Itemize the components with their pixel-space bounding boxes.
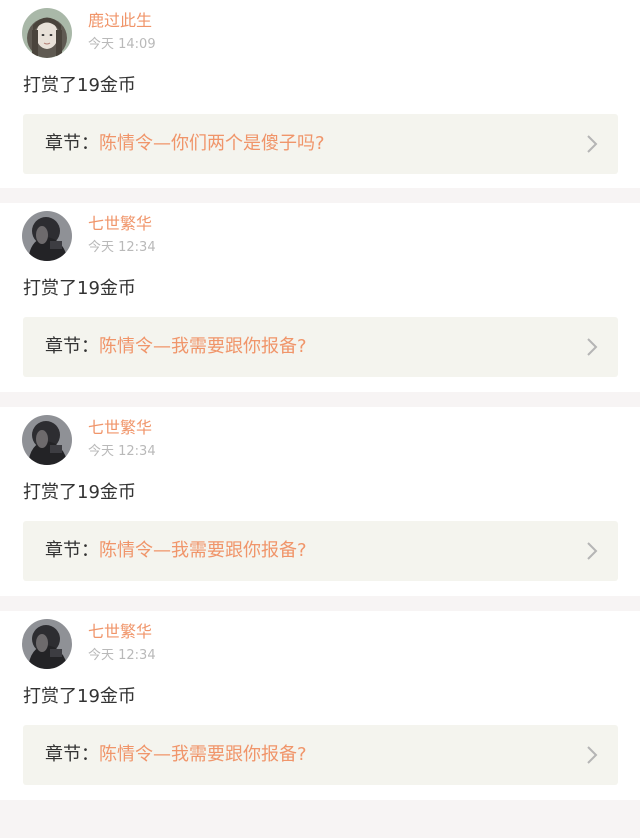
- timestamp: 今天 12:34: [88, 240, 156, 255]
- username[interactable]: 七世繁华: [88, 621, 152, 643]
- reward-item: 七世繁华 今天 12:34 打赏了19金币 章节：陈情令—我需要跟你报备?: [0, 203, 640, 392]
- chapter-title: 陈情令—你们两个是傻子吗?: [99, 133, 325, 154]
- reward-text: 打赏了19金币: [23, 278, 136, 299]
- chapter-title: 陈情令—我需要跟你报备?: [99, 540, 307, 561]
- username[interactable]: 七世繁华: [88, 417, 152, 439]
- chapter-label: 章节：: [45, 744, 99, 765]
- reward-text: 打赏了19金币: [23, 686, 136, 707]
- username[interactable]: 七世繁华: [88, 213, 152, 235]
- reward-item: 鹿过此生 今天 14:09 打赏了19金币 章节：陈情令—你们两个是傻子吗?: [0, 0, 640, 188]
- dark-portrait-avatar-icon: [22, 211, 72, 261]
- chapter-text: 章节：陈情令—你们两个是傻子吗?: [45, 132, 325, 156]
- chapter-text: 章节：陈情令—我需要跟你报备?: [45, 335, 307, 359]
- chapter-title: 陈情令—我需要跟你报备?: [99, 336, 307, 357]
- chapter-link[interactable]: 章节：陈情令—你们两个是傻子吗?: [23, 114, 618, 174]
- username[interactable]: 鹿过此生: [88, 10, 152, 32]
- avatar[interactable]: [22, 211, 72, 261]
- reward-text: 打赏了19金币: [23, 75, 136, 96]
- chevron-right-icon: [586, 541, 598, 561]
- reward-text: 打赏了19金币: [23, 482, 136, 503]
- chapter-label: 章节：: [45, 336, 99, 357]
- girl-portrait-avatar-icon: [22, 8, 72, 58]
- chapter-link[interactable]: 章节：陈情令—我需要跟你报备?: [23, 725, 618, 785]
- chevron-right-icon: [586, 134, 598, 154]
- chapter-link[interactable]: 章节：陈情令—我需要跟你报备?: [23, 521, 618, 581]
- avatar[interactable]: [22, 8, 72, 58]
- reward-feed: 鹿过此生 今天 14:09 打赏了19金币 章节：陈情令—你们两个是傻子吗? 七…: [0, 0, 640, 838]
- reward-item: 七世繁华 今天 12:34 打赏了19金币 章节：陈情令—我需要跟你报备?: [0, 407, 640, 596]
- chapter-title: 陈情令—我需要跟你报备?: [99, 744, 307, 765]
- avatar[interactable]: [22, 619, 72, 669]
- dark-portrait-avatar-icon: [22, 619, 72, 669]
- chapter-label: 章节：: [45, 540, 99, 561]
- timestamp: 今天 14:09: [88, 37, 156, 52]
- chevron-right-icon: [586, 745, 598, 765]
- chapter-text: 章节：陈情令—我需要跟你报备?: [45, 743, 307, 767]
- reward-item: 七世繁华 今天 12:34 打赏了19金币 章节：陈情令—我需要跟你报备?: [0, 611, 640, 800]
- chapter-link[interactable]: 章节：陈情令—我需要跟你报备?: [23, 317, 618, 377]
- timestamp: 今天 12:34: [88, 648, 156, 663]
- timestamp: 今天 12:34: [88, 444, 156, 459]
- chevron-right-icon: [586, 337, 598, 357]
- chapter-label: 章节：: [45, 133, 99, 154]
- chapter-text: 章节：陈情令—我需要跟你报备?: [45, 539, 307, 563]
- avatar[interactable]: [22, 415, 72, 465]
- dark-portrait-avatar-icon: [22, 415, 72, 465]
